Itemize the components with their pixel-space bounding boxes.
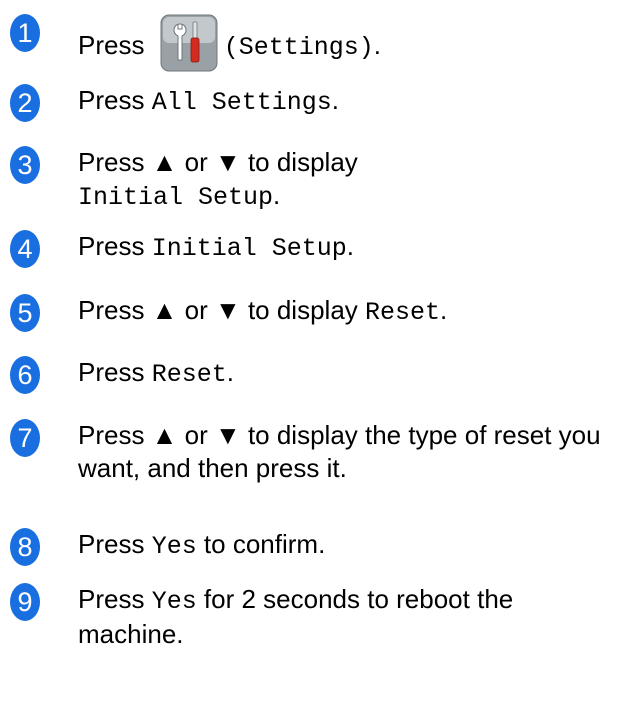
- step-number-badge: 7: [10, 419, 40, 457]
- step-text: Press ▲ or ▼ to display Initial Setup.: [78, 146, 618, 214]
- step-text-segment: .: [440, 295, 448, 325]
- ui-label: Reset: [365, 298, 441, 327]
- ui-label: (Settings): [223, 32, 374, 62]
- ui-label: Initial Setup: [151, 234, 347, 263]
- step-text: Press Initial Setup.: [78, 230, 618, 265]
- step-text-segment: Press: [78, 231, 152, 261]
- settings-icon: [160, 14, 218, 72]
- ui-label: Reset: [151, 360, 227, 389]
- step-number-badge: 3: [10, 146, 40, 184]
- step-text-segment: Press ▲ or ▼ to display: [78, 147, 358, 177]
- step-text-segment: Press: [78, 529, 152, 559]
- step-text-segment: Press: [78, 357, 152, 387]
- step-text-segment: Press: [78, 584, 152, 614]
- step-text-segment: .: [331, 85, 339, 115]
- step-text-segment: .: [373, 29, 381, 60]
- step-text: Press All Settings.: [78, 84, 618, 119]
- ui-label: All Settings: [151, 88, 332, 117]
- ui-label: Initial Setup: [78, 183, 274, 212]
- step-number-badge: 1: [10, 14, 40, 52]
- step-number-badge: 4: [10, 230, 40, 268]
- step-text: Press ▲ or ▼ to display Reset.: [78, 294, 618, 329]
- step-text-segment: .: [226, 357, 234, 387]
- step-text: Press Yes for 2 seconds to reboot the ma…: [78, 583, 618, 651]
- step-text: Press (Settings).: [78, 14, 618, 76]
- step-text-segment: to confirm.: [196, 529, 326, 559]
- step-text: Press Reset.: [78, 356, 618, 391]
- step-number-badge: 8: [10, 528, 40, 566]
- step-text: Press ▲ or ▼ to display the type of rese…: [78, 419, 618, 485]
- step-number-badge: 2: [10, 84, 40, 122]
- step-text-segment: Press: [78, 85, 152, 115]
- step-text: Press Yes to confirm.: [78, 528, 618, 563]
- ui-label: Yes: [151, 587, 197, 616]
- step-text-segment: .: [273, 180, 281, 210]
- ui-label: Yes: [151, 532, 197, 561]
- step-number-badge: 9: [10, 583, 40, 621]
- step-text-segment: Press: [78, 29, 152, 60]
- step-text-segment: Press ▲ or ▼ to display the type of rese…: [78, 420, 601, 483]
- step-number-badge: 5: [10, 294, 40, 332]
- step-text-segment: Press ▲ or ▼ to display: [78, 295, 366, 325]
- step-number-badge: 6: [10, 356, 40, 394]
- step-text-segment: .: [346, 231, 354, 261]
